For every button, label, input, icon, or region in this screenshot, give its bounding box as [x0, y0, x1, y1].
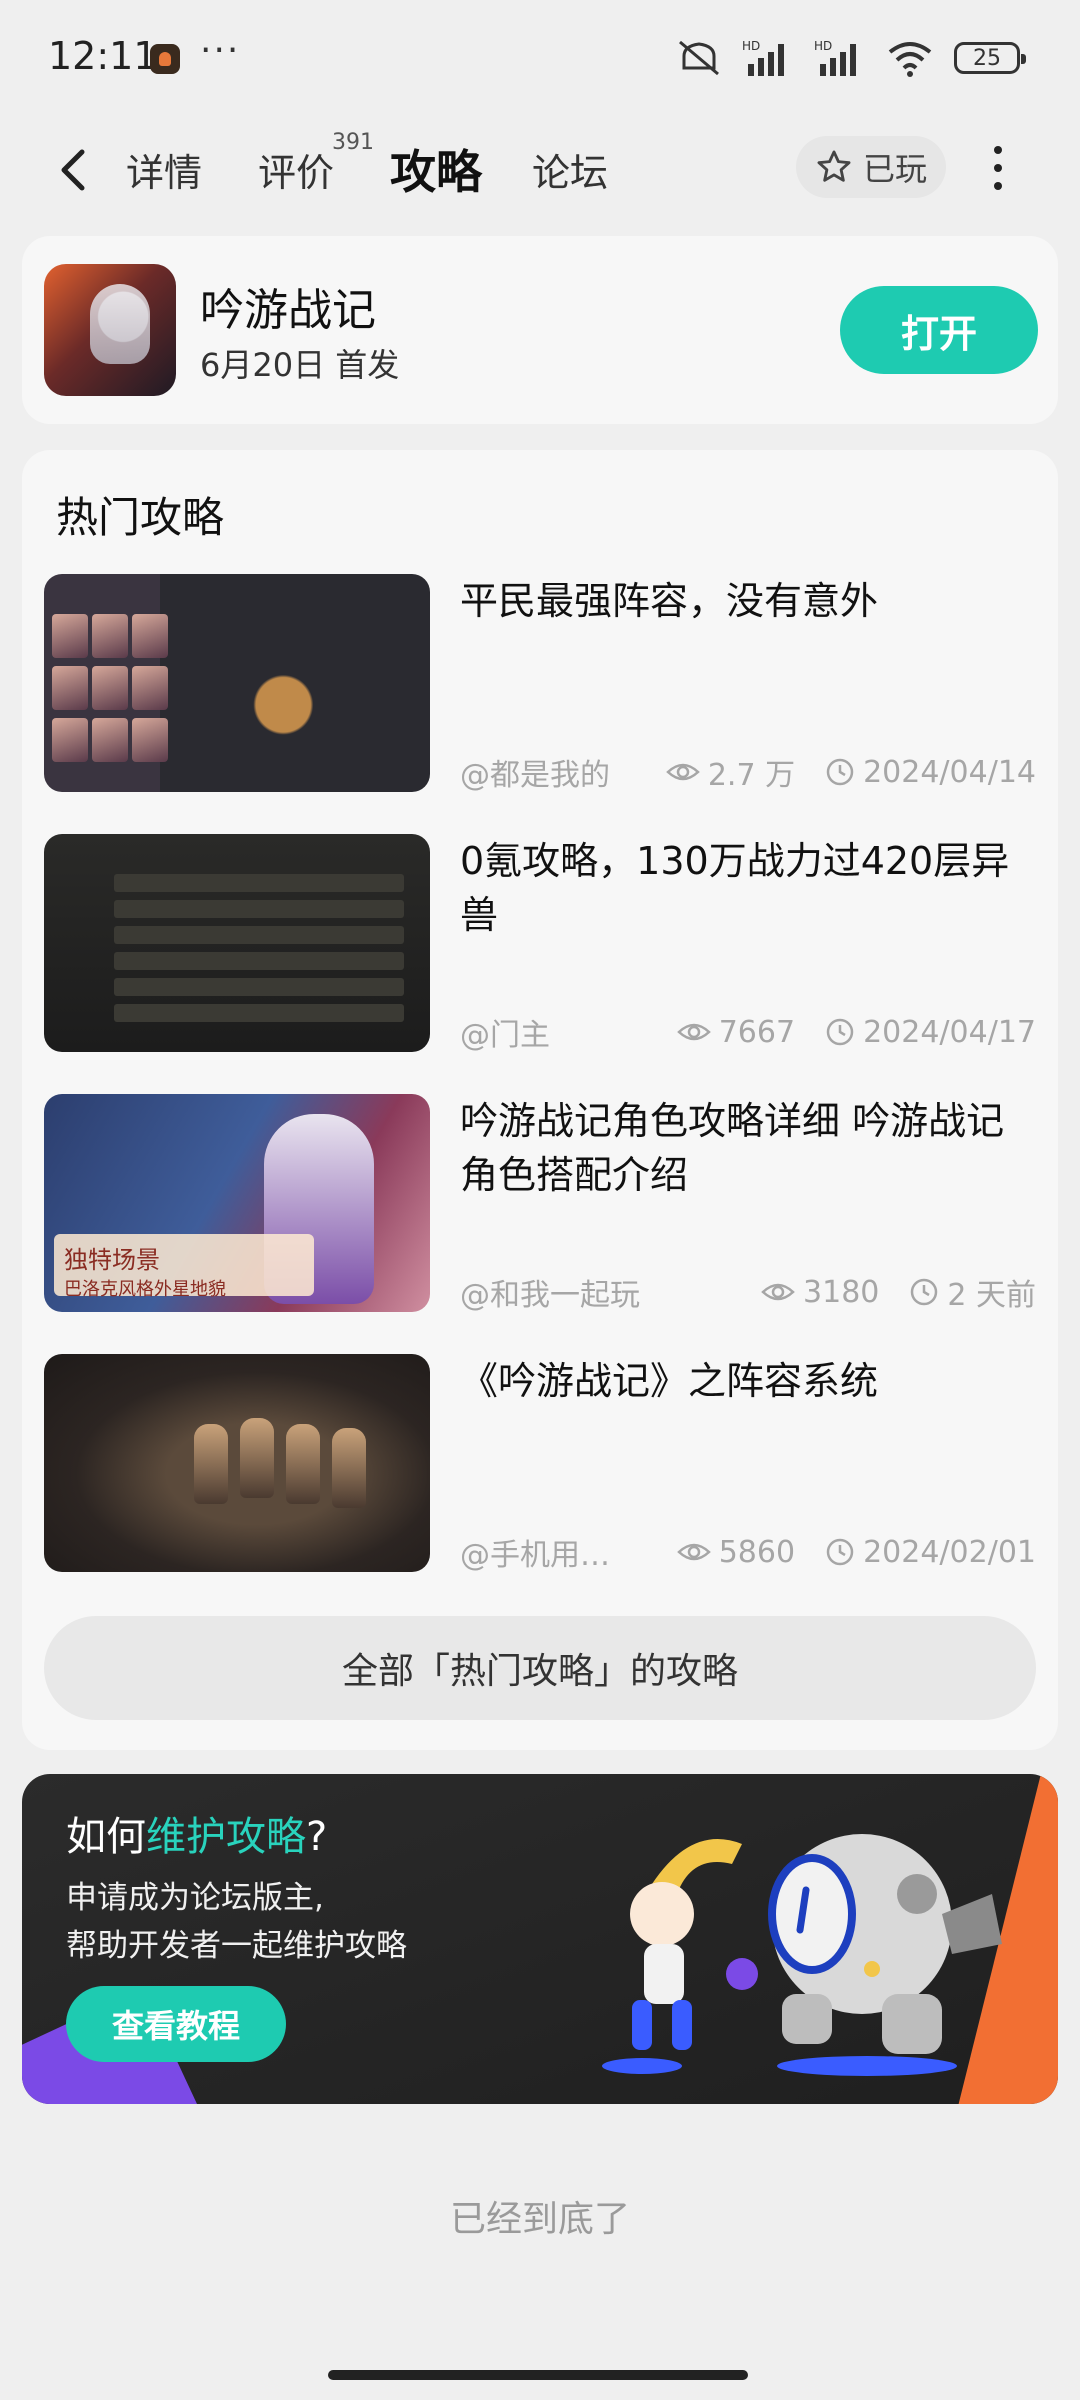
- guide-date: 2 天前: [947, 1278, 1036, 1313]
- guide-item[interactable]: 0氪攻略，130万战力过420层异兽 @门主 7667 2024/04/17: [44, 834, 1036, 1054]
- game-card[interactable]: 吟游战记 6月20日 首发 打开: [22, 236, 1058, 424]
- thumbnail-banner: 独特场景 巴洛克风格外星地貌: [54, 1234, 314, 1300]
- guide-thumbnail: [44, 1354, 430, 1572]
- played-button[interactable]: 已玩: [796, 136, 946, 198]
- section-title: 热门攻略: [56, 493, 225, 542]
- open-button[interactable]: 打开: [840, 286, 1038, 374]
- guide-item[interactable]: 《吟游战记》之阵容系统 @手机用… 5860 2024/02/01: [44, 1354, 1036, 1574]
- guide-item[interactable]: 平民最强阵容，没有意外 @都是我的 2.7 万 2024/04/14: [44, 574, 1036, 794]
- mascot-illustration: [602, 1834, 1002, 2076]
- clock-icon: [911, 1278, 938, 1306]
- played-label: 已玩: [862, 150, 927, 188]
- tab-forum[interactable]: 论坛: [532, 142, 608, 197]
- promo-title: 如何维护攻略?: [66, 1804, 327, 1862]
- eye-icon: [676, 1543, 711, 1561]
- guide-meta: @和我一起玩 3180 2 天前: [460, 1272, 1036, 1314]
- guide-date: 2024/04/14: [863, 754, 1036, 790]
- back-arrow-icon[interactable]: [50, 142, 100, 198]
- guide-author: @门主: [460, 1018, 550, 1053]
- all-hot-guides-button[interactable]: 全部「热门攻略」的攻略: [44, 1616, 1036, 1720]
- promo-line-1: 申请成为论坛版主,: [66, 1880, 324, 1916]
- guide-date: 2024/02/01: [863, 1534, 1036, 1570]
- banner-line-1: 独特场景: [64, 1246, 160, 1274]
- wifi-icon: [888, 42, 932, 77]
- guide-meta: @手机用… 5860 2024/02/01: [460, 1532, 1036, 1574]
- mute-icon: [679, 40, 719, 76]
- tab-reviews[interactable]: 评价 391: [258, 130, 374, 197]
- guide-thumbnail: [44, 834, 430, 1052]
- guide-author: @和我一起玩: [460, 1278, 640, 1313]
- notification-app-icon: [150, 44, 180, 74]
- game-name: 吟游战记: [200, 285, 376, 336]
- status-icons: HD HD 25: [676, 38, 1026, 78]
- tab-details[interactable]: 详情: [126, 142, 202, 197]
- more-notifications-indicator: ···: [200, 30, 241, 71]
- network-label-1: HD: [742, 39, 760, 53]
- guide-title: 平民最强阵容，没有意外: [460, 579, 879, 623]
- guide-views: 7667: [718, 1014, 796, 1050]
- more-options-icon[interactable]: [988, 146, 1008, 190]
- signal-icon-1: HD: [742, 39, 784, 76]
- network-label-2: HD: [814, 39, 832, 53]
- status-bar: 12:11 ··· HD HD 25: [0, 0, 1080, 120]
- star-icon: [817, 150, 851, 182]
- guide-views: 5860: [718, 1534, 796, 1570]
- eye-icon: [761, 1283, 795, 1301]
- guide-author: @手机用…: [460, 1538, 610, 1573]
- guide-date: 2024/04/17: [863, 1014, 1036, 1050]
- guide-title: 吟游战记角色攻略详细 吟游战记角色搭配介绍: [460, 1099, 1005, 1197]
- clock-icon: [826, 758, 854, 786]
- game-app-icon: [44, 264, 176, 396]
- guide-thumbnail: 独特场景 巴洛克风格外星地貌: [44, 1094, 430, 1312]
- promo-title-prefix: 如何: [66, 1814, 146, 1860]
- release-date: 6月20日 首发: [200, 346, 400, 384]
- battery-icon: 25: [954, 42, 1026, 74]
- tab-guides[interactable]: 攻略: [390, 136, 482, 202]
- guide-meta: @门主 7667 2024/04/17: [460, 1012, 1036, 1054]
- review-count-badge: 391: [332, 130, 375, 155]
- promo-title-highlight: 维护攻略: [146, 1814, 306, 1860]
- guide-page: 12:11 ··· HD HD 25 详情 评价 391 攻略 论坛 已玩 吟游…: [0, 0, 1080, 2400]
- guide-thumbnail: [44, 574, 430, 792]
- tab-reviews-label: 评价: [258, 151, 335, 195]
- guide-item[interactable]: 独特场景 巴洛克风格外星地貌 吟游战记角色攻略详细 吟游战记角色搭配介绍 @和我…: [44, 1094, 1036, 1314]
- eye-icon: [665, 763, 700, 781]
- top-nav: 详情 评价 391 攻略 论坛 已玩: [0, 120, 1080, 220]
- banner-line-2: 巴洛克风格外星地貌: [64, 1279, 226, 1300]
- guide-title: 0氪攻略，130万战力过420层异兽: [460, 839, 1010, 937]
- end-of-list-text: 已经到底了: [449, 2199, 630, 2240]
- view-tutorial-button[interactable]: 查看教程: [66, 1986, 286, 2062]
- promo-title-suffix: ?: [306, 1814, 328, 1860]
- home-indicator[interactable]: [328, 2370, 748, 2380]
- guide-author: @都是我的: [460, 758, 610, 793]
- hot-guides-section: 热门攻略 平民最强阵容，没有意外 @都是我的 2.7 万 2024/04/14 …: [22, 450, 1058, 1750]
- clock-icon: [826, 1538, 854, 1566]
- guide-title: 《吟游战记》之阵容系统: [460, 1359, 879, 1403]
- eye-icon: [676, 1023, 711, 1041]
- signal-icon-2: HD: [814, 39, 856, 76]
- status-time: 12:11: [48, 34, 158, 78]
- guide-views: 2.7 万: [707, 758, 796, 793]
- clock-icon: [826, 1018, 854, 1046]
- maintain-guides-banner[interactable]: 如何维护攻略? 申请成为论坛版主, 帮助开发者一起维护攻略 查看教程: [22, 1774, 1058, 2104]
- promo-line-2: 帮助开发者一起维护攻略: [66, 1928, 407, 1964]
- guide-views: 3180: [803, 1274, 880, 1310]
- guide-meta: @都是我的 2.7 万 2024/04/14: [460, 752, 1036, 794]
